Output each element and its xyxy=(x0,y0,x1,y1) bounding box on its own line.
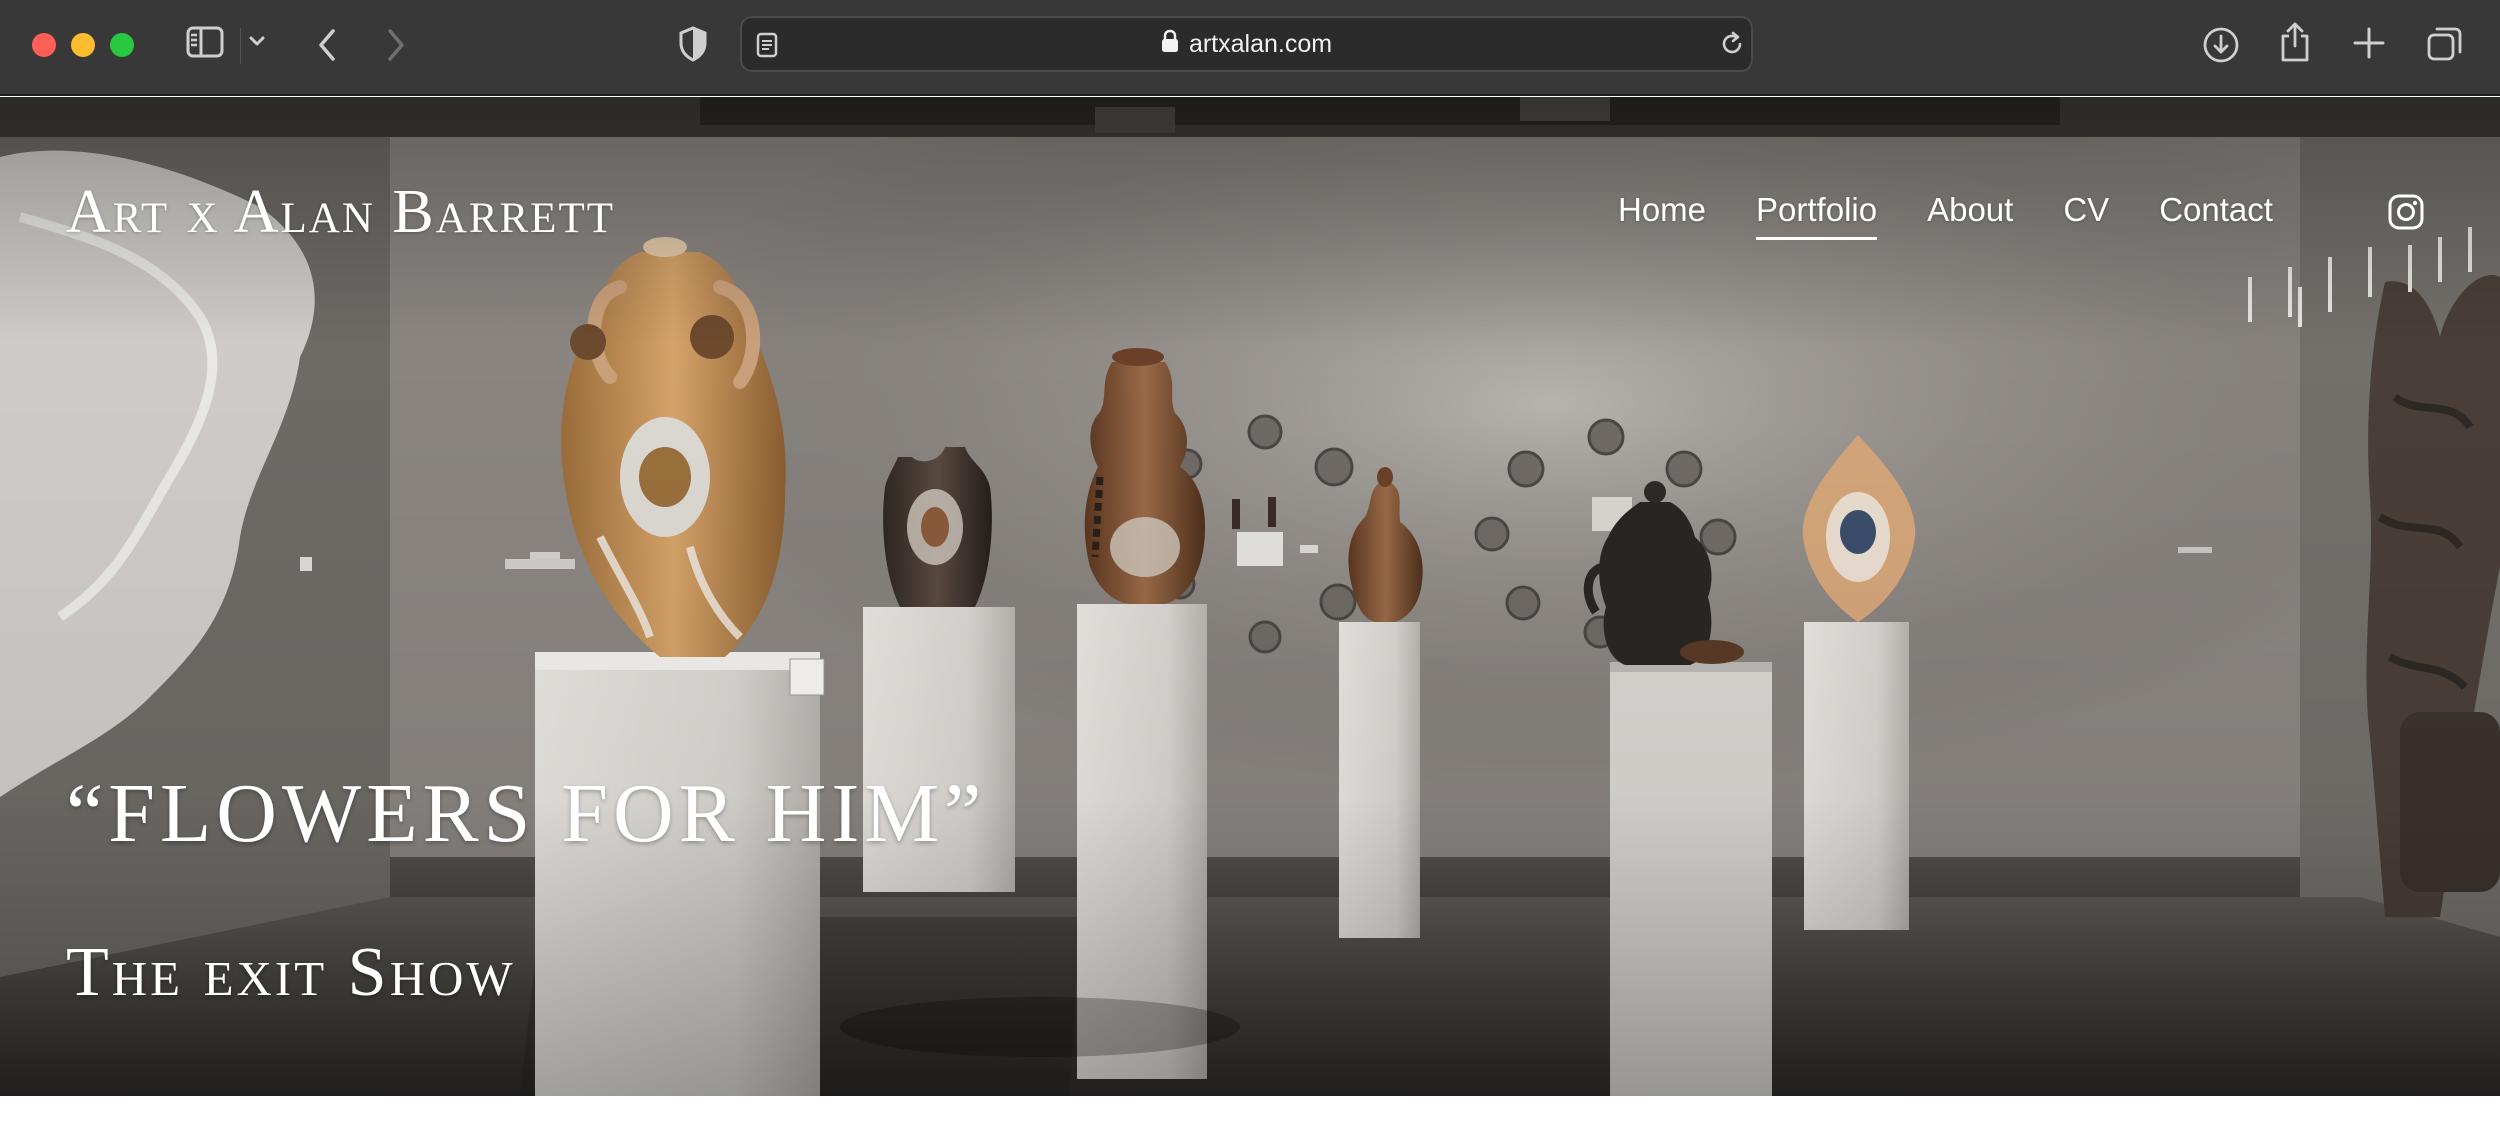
hero-heading: “FLOWERS FOR HIM” xyxy=(66,767,987,860)
close-window-button[interactable] xyxy=(32,33,56,57)
page-content-area xyxy=(0,1096,2500,1137)
instagram-icon[interactable] xyxy=(2388,194,2424,234)
nav-contact[interactable]: Contact xyxy=(2159,191,2273,240)
reload-icon[interactable] xyxy=(1718,30,1746,58)
chevron-left-icon[interactable] xyxy=(316,27,338,63)
toolbar-divider xyxy=(240,28,241,64)
plus-icon[interactable] xyxy=(2352,26,2386,60)
hero-section: Art x Alan Barrett Home Portfolio About … xyxy=(0,97,2500,1096)
nav-about[interactable]: About xyxy=(1927,191,2013,240)
hero-subheading: The exit Show xyxy=(66,934,516,1011)
site-title[interactable]: Art x Alan Barrett xyxy=(66,177,615,248)
share-icon[interactable] xyxy=(2278,20,2312,64)
lock-icon xyxy=(1161,29,1179,60)
address-text: artxalan.com xyxy=(742,18,1751,70)
minimize-window-button[interactable] xyxy=(71,33,95,57)
chevron-down-icon[interactable] xyxy=(248,34,266,48)
tabs-icon[interactable] xyxy=(2426,25,2464,63)
browser-toolbar: artxalan.com xyxy=(0,0,2500,96)
sidebar-icon[interactable] xyxy=(186,26,224,58)
url-text: artxalan.com xyxy=(1188,29,1333,58)
nav-home[interactable]: Home xyxy=(1618,191,1706,240)
address-bar[interactable]: artxalan.com xyxy=(740,16,1753,72)
shield-icon[interactable] xyxy=(678,26,708,62)
nav-cv[interactable]: CV xyxy=(2063,191,2109,240)
zoom-window-button[interactable] xyxy=(110,33,134,57)
chevron-right-icon[interactable] xyxy=(385,27,407,63)
download-icon[interactable] xyxy=(2202,26,2240,64)
nav-portfolio[interactable]: Portfolio xyxy=(1756,191,1878,240)
main-nav: Home Portfolio About CV Contact xyxy=(1618,191,2323,240)
